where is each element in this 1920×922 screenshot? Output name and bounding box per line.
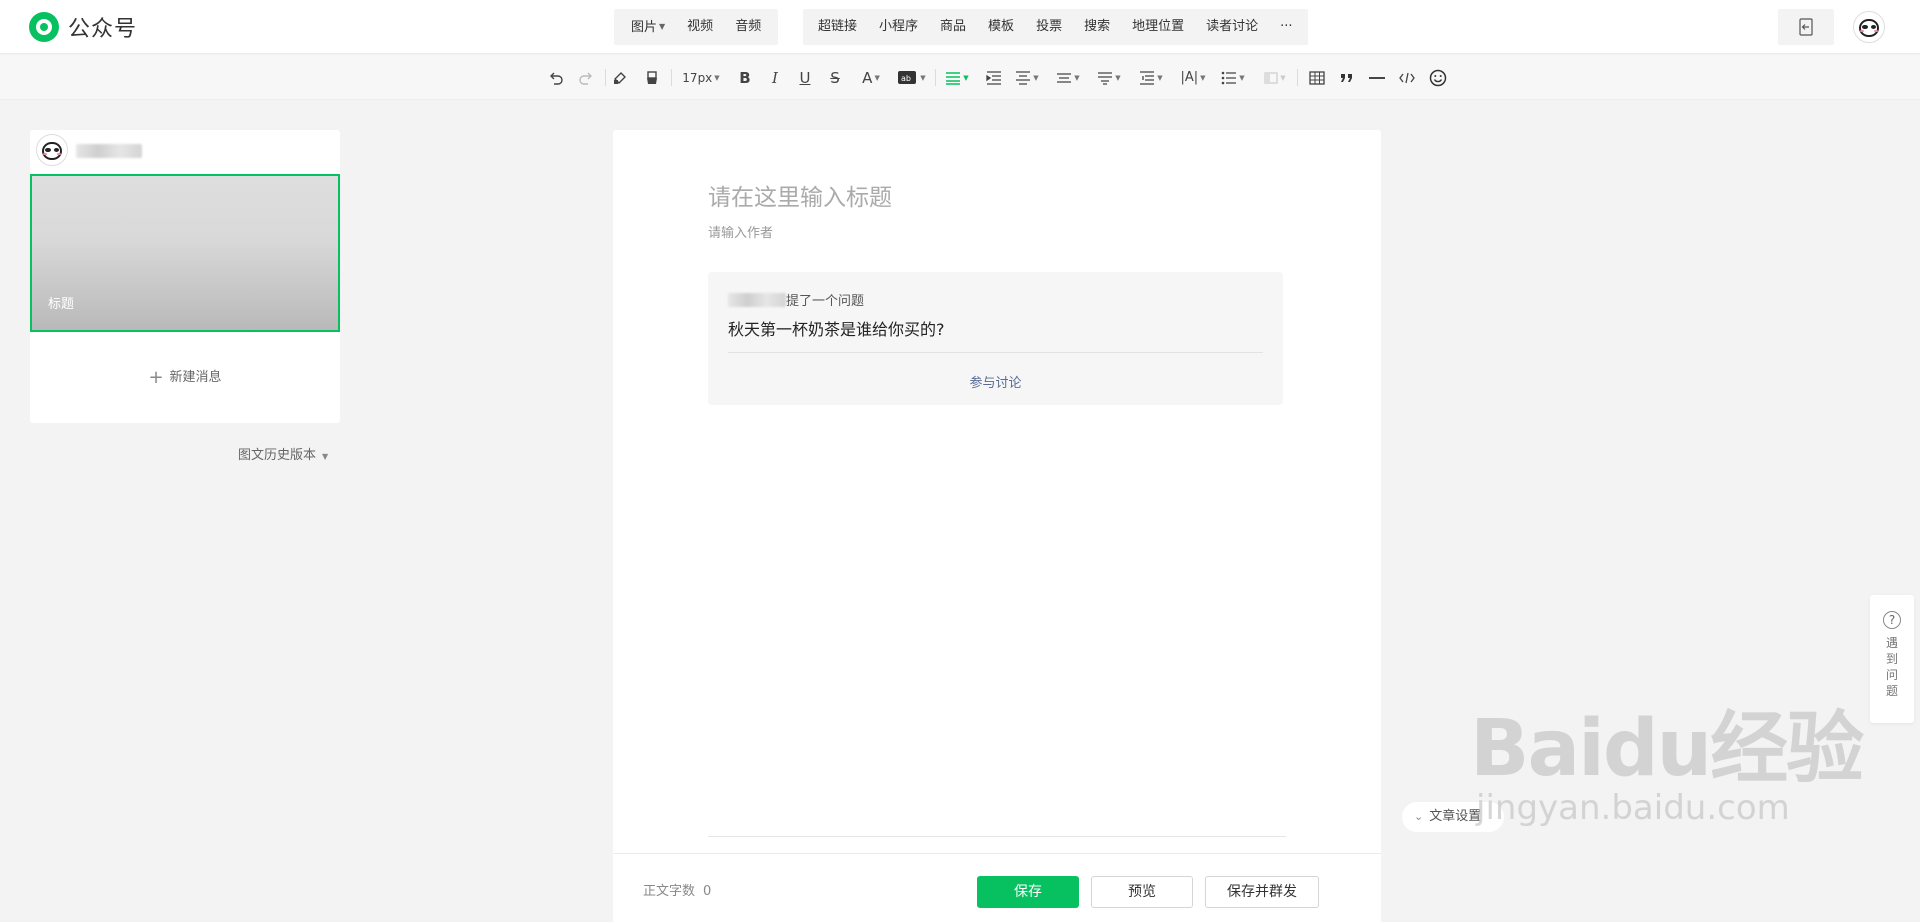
card-divider [728,352,1263,353]
font-color-button[interactable]: A ▼ [855,55,887,100]
help-widget[interactable]: ? 遇到问题 [1870,595,1914,723]
align-left-icon[interactable]: ▼ [942,55,972,100]
more-button[interactable]: ··· [1269,9,1303,45]
list-icon[interactable]: ▼ [1218,55,1248,100]
align-center-icon[interactable]: ▼ [1012,55,1042,100]
app-logo[interactable]: 公众号 [29,11,137,43]
bold-button[interactable]: B [733,55,757,100]
question-icon: ? [1883,611,1901,629]
undo-icon[interactable] [544,55,568,100]
divider-icon[interactable] [1365,55,1389,100]
format-brush-icon[interactable] [608,55,632,100]
save-and-publish-button[interactable]: 保存并群发 [1205,876,1319,908]
join-discussion-link[interactable]: 参与讨论 [708,372,1283,391]
first-line-indent-icon[interactable]: ▼ [1136,55,1166,100]
asker-name-blurred [728,293,786,307]
double-chevron-down-icon: ⌄ [1414,810,1424,823]
article-cover-selected[interactable]: 标题 [30,174,340,332]
baidu-watermark: Baidu经验 jingyan.baidu.com [1470,704,1864,828]
cover-title: 标题 [48,297,75,312]
code-icon[interactable] [1395,55,1419,100]
format-toolbar: 17px ▼ B I U S A ▼ ab ▼ ▼ ▼ ▼ ▼ ▼ |A| ▼ ▼ ▼ [0,55,1920,100]
line-height-icon[interactable]: ▼ [1053,55,1083,100]
mini-program-button[interactable]: 小程序 [868,9,929,45]
author-input[interactable]: 请输入作者 [708,222,773,241]
question-asker: 提了一个问题 [728,290,864,309]
chevron-down-icon: ▼ [322,452,329,461]
word-count: 正文字数 0 [643,884,712,899]
insert-toolbar: 超链接 小程序 商品 模板 投票 搜索 地理位置 读者讨论 ··· [803,9,1308,45]
image-button[interactable]: 图片 ▼ [620,9,676,46]
italic-button[interactable]: I [763,55,787,100]
product-button[interactable]: 商品 [929,9,977,45]
article-list-card: 标题 + 新建消息 [30,130,340,423]
search-button[interactable]: 搜索 [1073,9,1121,45]
chevron-down-icon: ▼ [714,73,720,82]
template-button[interactable]: 模板 [977,9,1025,45]
disabled-option-icon: ▼ [1260,55,1290,100]
audio-button[interactable]: 音频 [724,9,772,45]
media-toolbar: 图片 ▼ 视频 音频 [614,9,779,46]
editor-bottom-divider [708,836,1286,837]
account-avatar [36,134,68,166]
watermark-logo: Baidu经验 [1470,704,1864,794]
new-message-button[interactable]: + 新建消息 [30,366,340,388]
wechat-logo-icon [29,12,59,42]
underline-button[interactable]: U [793,55,817,100]
help-label: 遇到问题 [1885,636,1898,698]
font-size-select[interactable]: 17px ▼ [676,55,726,100]
exit-icon [1799,18,1813,36]
discussion-card: 提了一个问题 秋天第一杯奶茶是谁给你买的? 参与讨论 [708,272,1283,405]
chevron-down-icon: ▼ [659,21,666,31]
history-versions-dropdown[interactable]: 图文历史版本 ▼ [238,444,328,463]
question-text: 秋天第一杯奶茶是谁给你买的? [728,320,945,339]
letter-spacing-icon[interactable]: |A| ▼ [1176,55,1210,100]
clear-format-icon[interactable] [640,55,664,100]
chevron-down-icon: ▼ [874,73,880,82]
plus-icon: + [148,367,164,388]
hyperlink-button[interactable]: 超链接 [807,9,868,45]
save-button[interactable]: 保存 [977,876,1079,908]
account-row [30,130,340,174]
text-background-icon[interactable]: ab ▼ [895,55,929,100]
location-button[interactable]: 地理位置 [1121,9,1195,45]
redo-icon[interactable] [574,55,598,100]
editor-panel: 请在这里输入标题 请输入作者 提了一个问题 秋天第一杯奶茶是谁给你买的? 参与讨… [613,130,1381,922]
editor-footer: 正文字数 0 保存 预览 保存并群发 [613,853,1381,922]
app-name: 公众号 [68,17,138,42]
strikethrough-button[interactable]: S [823,55,847,100]
emoji-icon[interactable] [1425,55,1451,100]
svg-text:ab: ab [901,74,911,83]
watermark-url: jingyan.baidu.com [1476,788,1790,828]
reader-discussion-button[interactable]: 读者讨论 [1195,9,1269,45]
quote-icon[interactable] [1335,55,1359,100]
user-avatar[interactable] [1853,11,1885,43]
account-name-blurred [76,144,142,158]
paragraph-spacing-icon[interactable]: ▼ [1094,55,1124,100]
vote-button[interactable]: 投票 [1025,9,1073,45]
title-input[interactable]: 请在这里输入标题 [708,178,892,212]
video-button[interactable]: 视频 [676,9,724,45]
top-bar: 公众号 图片 ▼ 视频 音频 超链接 小程序 商品 模板 投票 搜索 地理位置 读… [0,0,1920,54]
exit-button[interactable] [1778,9,1834,45]
indent-icon[interactable] [982,55,1006,100]
table-icon[interactable] [1305,55,1329,100]
preview-button[interactable]: 预览 [1091,876,1193,908]
